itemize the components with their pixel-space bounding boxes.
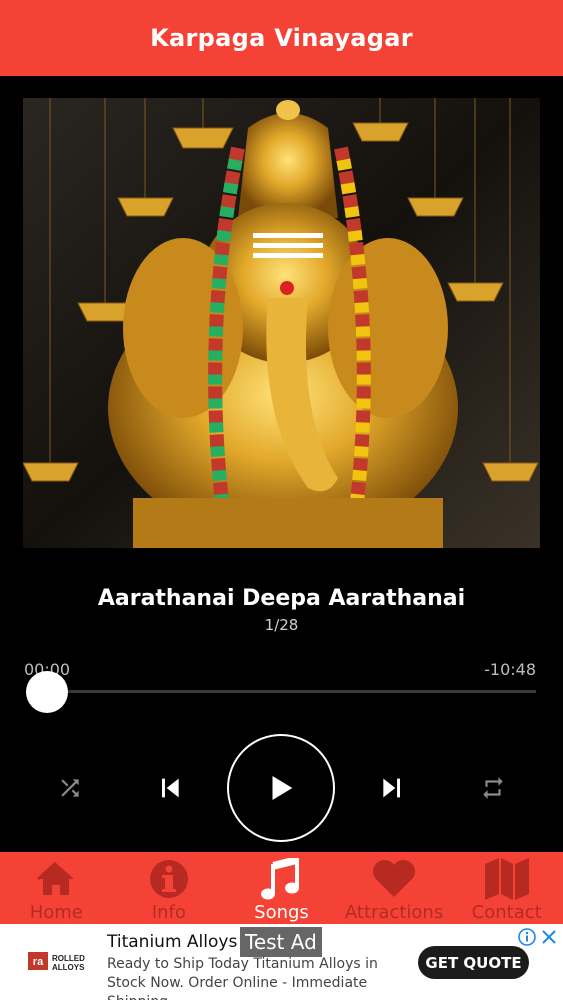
skip-previous-icon (162, 778, 179, 798)
rolled-alloys-logo: ra (28, 952, 48, 970)
next-track-button[interactable] (370, 766, 414, 810)
tab-label: Songs (254, 902, 309, 923)
play-button[interactable] (227, 734, 335, 842)
ad-close-icon[interactable] (540, 928, 558, 946)
ad-description[interactable]: Ready to Ship Today Titanium Alloys in S… (107, 955, 412, 1000)
song-title: Aarathanai Deepa Aarathanai (97, 586, 466, 611)
heart-icon (371, 858, 417, 900)
shuffle-icon (61, 779, 79, 797)
previous-track-button[interactable] (148, 766, 192, 810)
skip-next-icon (383, 778, 400, 798)
shuffle-button[interactable] (50, 768, 90, 808)
get-quote-button[interactable]: GET QUOTE (418, 946, 529, 979)
music-player: Aarathanai Deepa Aarathanai 1/28 00:00 -… (0, 76, 563, 852)
ad-logo-text: ROLLED ALLOYS (52, 954, 85, 972)
seek-bar[interactable] (26, 690, 536, 693)
music-note-icon (261, 858, 301, 900)
bottom-tab-bar: Home Info Songs Attractions Contact (0, 852, 563, 924)
ganesha-artwork-image (23, 98, 540, 548)
track-position: 1/28 (264, 616, 299, 634)
test-ad-badge: Test Ad (240, 927, 322, 957)
tab-label: Home (29, 902, 83, 923)
app-header: Karpaga Vinayagar (0, 0, 563, 76)
info-icon (149, 858, 189, 900)
tab-info[interactable]: Info (113, 852, 226, 924)
remaining-time: -10:48 (484, 660, 536, 679)
tab-songs[interactable]: Songs (225, 852, 338, 924)
tab-label: Contact (471, 902, 542, 923)
tab-label: Info (151, 902, 186, 923)
app-title: Karpaga Vinayagar (150, 24, 413, 52)
album-artwork (23, 98, 540, 548)
home-icon (36, 858, 76, 900)
tab-label: Attractions (344, 902, 444, 923)
tab-home[interactable]: Home (0, 852, 113, 924)
play-icon (272, 775, 293, 801)
ad-info-icon[interactable] (518, 928, 536, 946)
map-icon (484, 858, 529, 900)
ad-title[interactable]: Titanium Alloys (107, 932, 237, 952)
repeat-button[interactable] (473, 768, 513, 808)
tab-contact[interactable]: Contact (450, 852, 563, 924)
svg-text:ra: ra (33, 956, 44, 968)
tab-attractions[interactable]: Attractions (338, 852, 451, 924)
seek-bar-thumb[interactable] (26, 671, 68, 713)
repeat-icon (483, 777, 503, 799)
